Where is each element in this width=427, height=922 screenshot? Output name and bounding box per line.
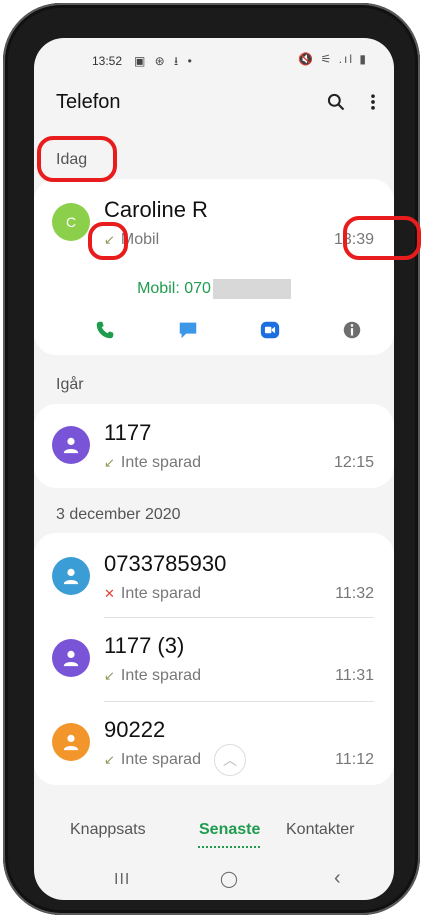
call-time: 12:15	[333, 454, 374, 471]
avatar[interactable]	[52, 723, 90, 761]
bottom-tab-bar: Knappsats Senaste Kontakter	[34, 813, 394, 848]
active-tab-indicator	[198, 846, 260, 848]
video-call-icon[interactable]	[259, 319, 281, 341]
back-button[interactable]: ‹	[334, 867, 341, 890]
phone-icon[interactable]	[94, 319, 116, 341]
phone-number-line[interactable]: Mobil: 070	[34, 279, 394, 299]
redacted-number	[212, 279, 291, 299]
contact-name: Caroline R	[104, 197, 208, 222]
app-bar: Telefon	[34, 86, 394, 126]
tab-contacts[interactable]: Kontakter	[286, 821, 354, 839]
tab-keypad[interactable]: Knappsats	[70, 821, 146, 839]
person-icon	[63, 650, 79, 667]
highlight-call-time	[343, 216, 421, 260]
call-time: 11:12	[335, 751, 374, 768]
person-icon	[63, 437, 79, 454]
status-notification-icons: ▣ ⊛ ⭳ •	[134, 54, 195, 68]
scroll-to-top-button[interactable]: ︿	[214, 744, 246, 776]
avatar[interactable]	[52, 557, 90, 595]
incoming-call-icon: ↙	[104, 455, 115, 470]
contact-name: 1177 (3)	[104, 633, 185, 658]
info-icon[interactable]	[341, 319, 363, 341]
call-status-row: ↙ Inte sparad	[104, 667, 201, 685]
incoming-call-icon: ↙	[104, 752, 115, 767]
system-nav-bar: III ◯ ‹	[34, 863, 394, 893]
more-options-icon[interactable]	[368, 92, 378, 112]
phone-number: Mobil: 070	[137, 280, 211, 298]
call-status: Inte sparad	[120, 585, 201, 602]
avatar[interactable]	[52, 639, 90, 677]
app-title: Telefon	[56, 91, 121, 113]
section-label-yesterday: Igår	[56, 376, 84, 393]
section-label-date: 3 december 2020	[56, 506, 181, 523]
divider	[104, 701, 374, 702]
call-card-dec3: 0733785930 ✕ Inte sparad 11:32 1177 (3) ↙…	[34, 533, 394, 785]
incoming-call-icon: ↙	[104, 668, 115, 683]
call-status: Inte sparad	[120, 667, 201, 684]
contact-name: 90222	[104, 717, 166, 742]
chevron-up-icon: ︿	[223, 752, 237, 768]
highlight-section-label	[37, 136, 117, 182]
missed-call-icon: ✕	[104, 586, 115, 601]
highlight-call-icon	[88, 222, 128, 260]
avatar[interactable]	[52, 426, 90, 464]
contact-name: 0733785930	[104, 551, 227, 576]
call-card-yesterday[interactable]: 1177 ↙ Inte sparad 12:15	[34, 404, 394, 488]
avatar[interactable]: C	[52, 203, 90, 241]
call-status-row: ↙ Inte sparad	[104, 454, 201, 472]
status-bar: 13:52 ▣ ⊛ ⭳ • 🔇 ⚟ .ıl ▮	[34, 38, 394, 86]
person-icon	[63, 734, 79, 751]
person-icon	[63, 568, 79, 585]
home-button[interactable]: ◯	[220, 869, 238, 889]
divider	[104, 617, 374, 618]
call-status-row: ✕ Inte sparad	[104, 585, 201, 603]
call-time: 11:31	[335, 667, 374, 684]
message-icon[interactable]	[177, 319, 199, 341]
tab-recent[interactable]: Senaste	[199, 821, 260, 839]
status-time: 13:52	[92, 54, 123, 68]
call-status-row: ↙ Inte sparad	[104, 751, 201, 769]
call-time: 11:32	[335, 585, 374, 602]
contact-name: 1177	[104, 420, 152, 445]
avatar-initial: C	[65, 214, 77, 230]
expanded-call-card[interactable]: C Caroline R ↙ Mobil 13:39 Mobil: 070	[34, 179, 394, 355]
search-icon[interactable]	[326, 92, 346, 112]
recent-apps-button[interactable]: III	[114, 871, 130, 889]
call-status: Inte sparad	[120, 454, 201, 471]
status-system-icons: 🔇 ⚟ .ıl ▮	[298, 52, 368, 66]
call-status: Inte sparad	[120, 751, 201, 768]
